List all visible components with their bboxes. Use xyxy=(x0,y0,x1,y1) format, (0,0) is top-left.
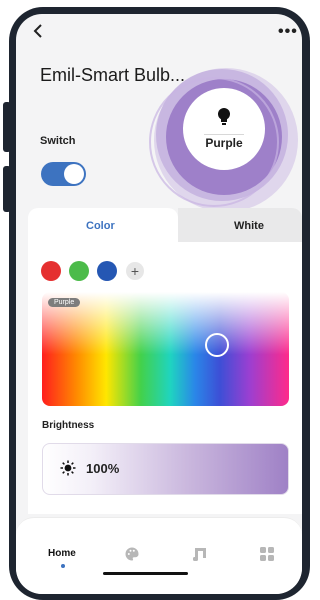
bulb-icon xyxy=(218,108,230,125)
more-icon[interactable]: ••• xyxy=(278,23,298,41)
brightness-slider[interactable]: 100% xyxy=(42,443,289,495)
palette-icon[interactable] xyxy=(124,546,140,562)
preview-divider xyxy=(204,134,244,135)
swatch-red[interactable] xyxy=(41,261,61,281)
nav-active-dot xyxy=(61,564,65,568)
grid-icon[interactable] xyxy=(259,546,275,562)
brightness-label: Brightness xyxy=(42,420,95,431)
swatch-blue[interactable] xyxy=(97,261,117,281)
swatch-green[interactable] xyxy=(69,261,89,281)
chevron-left-icon[interactable] xyxy=(33,24,43,38)
add-swatch-button[interactable]: + xyxy=(126,262,144,280)
side-button xyxy=(3,166,11,212)
sun-icon xyxy=(60,460,76,476)
brightness-value: 100% xyxy=(86,461,120,476)
toggle-knob xyxy=(64,164,84,184)
power-toggle[interactable] xyxy=(41,162,86,186)
tab-color[interactable]: Color xyxy=(28,208,178,244)
tab-white-label: White xyxy=(234,220,264,232)
app-screen: ••• Emil-Smart Bulb... Switch Purple Col… xyxy=(16,14,302,594)
picked-color-chip: Purple xyxy=(48,298,81,307)
tab-white[interactable]: White xyxy=(178,208,302,244)
tab-color-label: Color xyxy=(86,220,115,232)
music-icon[interactable] xyxy=(192,546,208,562)
color-spectrum[interactable]: Purple xyxy=(42,292,289,406)
color-picker-handle[interactable] xyxy=(205,333,229,357)
current-color-name: Purple xyxy=(205,136,243,150)
mode-tabs: Color White xyxy=(28,208,302,244)
side-button xyxy=(3,102,11,152)
switch-label: Switch xyxy=(40,135,76,147)
bottom-nav: Home xyxy=(16,517,302,594)
home-indicator[interactable] xyxy=(103,572,188,575)
nav-home[interactable]: Home xyxy=(48,548,76,559)
